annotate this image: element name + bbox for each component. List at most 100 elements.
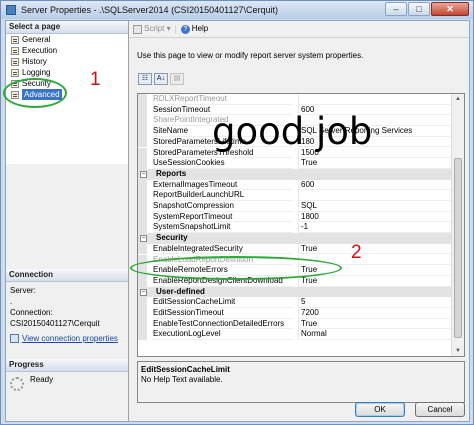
row-gutter (138, 94, 147, 105)
row-gutter (138, 211, 147, 223)
scroll-thumb[interactable] (454, 158, 462, 338)
progress-section: Progress Ready (6, 359, 128, 394)
collapse-toggle-icon[interactable]: − (140, 170, 147, 178)
property-name: RDLXReportTimeout (153, 94, 293, 105)
grid-category-row[interactable]: − Reports (138, 168, 454, 180)
help-button[interactable]: ? Help (180, 24, 208, 34)
property-help-box: EditSessionCacheLimit No Help Text avail… (137, 361, 465, 403)
window-title: Server Properties - .\SQLServer2014 (CSI… (21, 5, 278, 15)
connection-header: Connection (6, 269, 128, 282)
title-bar[interactable]: Server Properties - .\SQLServer2014 (CSI… (1, 1, 473, 19)
row-gutter (138, 179, 147, 191)
grid-vertical-scrollbar[interactable]: ▲ ▼ (451, 94, 464, 356)
property-value[interactable]: True (298, 275, 454, 287)
grid-property-row[interactable]: SystemReportTimeout 1800 (138, 211, 454, 223)
server-icon (10, 334, 19, 344)
page-item-history[interactable]: History (6, 56, 128, 67)
alphabetical-sort-icon[interactable]: A↓ (154, 73, 168, 85)
property-name: SystemReportTimeout (153, 212, 293, 223)
grid-category-row[interactable]: − Security (138, 233, 454, 244)
annotation-number-1: 1 (90, 69, 101, 90)
grid-property-row[interactable]: EnableIntegratedSecurity True (138, 243, 454, 255)
row-gutter (138, 308, 147, 319)
row-gutter (138, 190, 147, 201)
select-page-header: Select a page (6, 21, 128, 34)
row-gutter (138, 297, 147, 308)
property-value[interactable] (298, 94, 454, 105)
row-gutter (138, 104, 147, 116)
view-connection-properties-link[interactable]: View connection properties (22, 334, 118, 343)
page-label: History (22, 57, 47, 66)
grid-property-row[interactable]: UseSessionCookies True (138, 158, 454, 169)
property-value[interactable]: 600 (298, 179, 454, 191)
maximize-button[interactable]: □ (408, 2, 430, 16)
grid-property-row[interactable]: ReportBuilderLaunchURL (138, 190, 454, 201)
collapse-toggle-icon[interactable]: − (140, 288, 147, 296)
category-name: User-defined (156, 286, 205, 296)
annotation-number-2: 2 (351, 242, 362, 263)
property-pages-icon[interactable]: ▤ (170, 73, 184, 85)
server-label: Server: (10, 286, 36, 295)
annotation-ellipse-advanced (3, 78, 67, 108)
property-value[interactable]: 7200 (298, 308, 454, 319)
row-gutter (138, 201, 147, 212)
property-name: EnableIntegratedSecurity (153, 244, 293, 255)
grid-property-row[interactable]: EditSessionCacheLimit 5 (138, 297, 454, 308)
row-gutter (138, 318, 147, 330)
script-icon (133, 24, 142, 34)
dialog-client: Select a page General Execution History … (5, 20, 470, 422)
page-icon (11, 68, 19, 77)
close-button[interactable]: ✕ (431, 2, 469, 16)
page-label: Execution (22, 46, 58, 55)
grid-property-row[interactable]: EditSessionTimeout 7200 (138, 308, 454, 319)
property-value[interactable]: True (298, 243, 454, 255)
good-job-overlay-text: good job (212, 110, 373, 153)
page-item-execution[interactable]: Execution (6, 45, 128, 56)
category-name: Security (156, 233, 188, 243)
progress-spinner-icon (10, 377, 24, 391)
connection-value: CSI20150401127\Cerquit (10, 319, 100, 328)
property-value[interactable]: True (298, 158, 454, 169)
script-button[interactable]: Script ▾ (133, 24, 171, 34)
page-description: Use this page to view or modify report s… (137, 51, 364, 60)
scroll-up-icon[interactable]: ▲ (454, 95, 462, 103)
page-item-logging[interactable]: Logging (6, 67, 128, 78)
property-value[interactable]: 1800 (298, 211, 454, 223)
app-icon (6, 5, 16, 15)
property-value[interactable]: -1 (298, 222, 454, 234)
row-gutter (138, 243, 147, 255)
page-icon (11, 57, 19, 66)
grid-property-row[interactable]: SnapshotCompression SQL (138, 201, 454, 212)
row-gutter (138, 115, 147, 127)
scroll-down-icon[interactable]: ▼ (454, 347, 462, 355)
row-gutter (138, 126, 147, 137)
grid-property-row[interactable]: SystemSnapshotLimit -1 (138, 222, 454, 234)
property-value[interactable] (298, 190, 454, 201)
cancel-button[interactable]: Cancel (415, 402, 465, 417)
minimize-button[interactable]: – (385, 2, 407, 16)
grid-category-row[interactable]: − User-defined (138, 286, 454, 298)
property-name: SnapshotCompression (153, 201, 293, 212)
connection-label: Connection: (10, 308, 53, 317)
page-item-general[interactable]: General (6, 34, 128, 45)
property-value[interactable]: Normal (298, 329, 454, 341)
grid-property-row[interactable]: RDLXReportTimeout (138, 94, 454, 105)
categorized-sort-icon[interactable]: ☷ (138, 73, 152, 85)
right-pane: Script ▾ | ? Help Use this page to view o… (129, 21, 469, 421)
property-value[interactable]: 5 (298, 297, 454, 308)
property-name: EditSessionCacheLimit (153, 297, 293, 308)
collapse-toggle-icon[interactable]: − (140, 235, 147, 243)
script-label: Script (144, 24, 165, 34)
progress-header: Progress (6, 359, 128, 372)
grid-property-row[interactable]: ExecutionLogLevel Normal (138, 329, 454, 341)
toolbar-separator: | (174, 24, 177, 34)
row-gutter (138, 136, 147, 148)
property-name: SystemSnapshotLimit (153, 222, 293, 234)
ok-button[interactable]: OK (355, 402, 405, 417)
grid-property-row[interactable]: EnableTestConnectionDetailedErrors True (138, 318, 454, 330)
property-value[interactable]: True (298, 318, 454, 330)
property-value[interactable]: SQL (298, 201, 454, 212)
grid-property-row[interactable]: ExternalImagesTimeout 600 (138, 179, 454, 191)
property-name: UseSessionCookies (153, 158, 293, 169)
server-value: . (10, 297, 13, 306)
